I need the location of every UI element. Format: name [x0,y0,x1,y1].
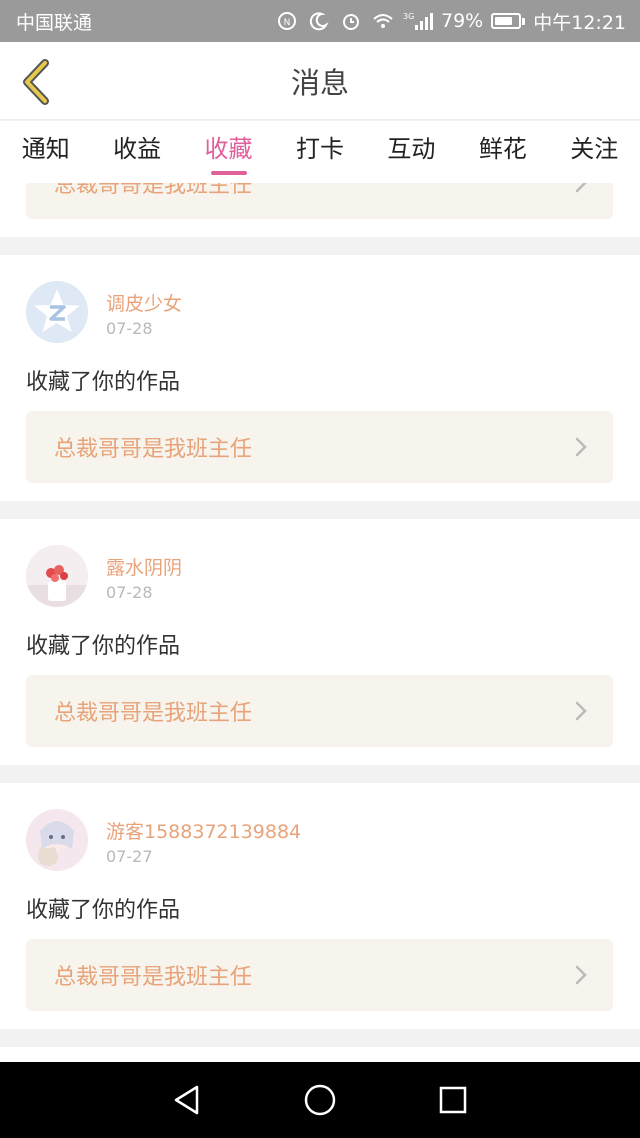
status-icons: N 3G 79% 中午12:21 [275,8,626,35]
tab-interaction[interactable]: 互动 [366,121,457,183]
tab-bar: 通知 收益 收藏 打卡 互动 鲜花 关注 [0,121,640,183]
triangle-back-icon [174,1085,198,1115]
network-type: 3G [403,12,414,21]
wifi-icon [371,9,395,33]
list-item [0,1047,640,1062]
list-item: 总裁哥哥是我班主任 [0,183,640,237]
date: 07-28 [106,583,153,602]
nfc-icon: N [275,9,299,33]
action-text: 收藏了你的作品 [26,898,181,923]
message-list[interactable]: 总裁哥哥是我班主任 调皮少女 07-28 收藏了你的作品 总裁哥哥是我班主任 露… [0,183,640,1062]
list-item: 游客1588372139884 07-27 收藏了你的作品 总裁哥哥是我班主任 [0,783,640,1029]
clock: 中午12:21 [533,11,626,34]
chevron-right-icon [575,965,587,985]
nav-back-button[interactable] [162,1075,212,1125]
work-link[interactable]: 总裁哥哥是我班主任 [26,183,613,219]
chevron-right-icon [575,701,587,721]
back-button[interactable] [14,56,58,108]
screen: 中国联通 N 3G 79% 中午12:21 消息 通知 收益 收藏 打卡 互动 … [0,0,640,1138]
list-item: 露水阴阴 07-28 收藏了你的作品 总裁哥哥是我班主任 [0,519,640,765]
nav-home-button[interactable] [295,1075,345,1125]
avatar[interactable] [26,545,88,607]
square-recents-icon [440,1086,467,1114]
battery-icon [491,13,526,29]
work-link[interactable]: 总裁哥哥是我班主任 [26,939,613,1011]
tab-notifications[interactable]: 通知 [0,121,91,183]
svg-text:N: N [284,18,291,28]
list-item: 调皮少女 07-28 收藏了你的作品 总裁哥哥是我班主任 [0,255,640,501]
tab-flowers[interactable]: 鲜花 [457,121,548,183]
carrier-label: 中国联通 [16,11,93,34]
work-title: 总裁哥哥是我班主任 [54,183,253,198]
username[interactable]: 调皮少女 [106,289,182,316]
action-text: 收藏了你的作品 [26,634,181,659]
work-title: 总裁哥哥是我班主任 [54,437,253,462]
date: 07-27 [106,847,153,866]
signal-icon: 3G [403,9,433,33]
nav-recents-button[interactable] [428,1075,478,1125]
status-bar: 中国联通 N 3G 79% 中午12:21 [0,0,640,42]
action-text: 收藏了你的作品 [26,370,181,395]
chevron-right-icon [575,437,587,457]
work-title: 总裁哥哥是我班主任 [54,965,253,990]
active-tab-indicator [210,171,247,175]
chevron-right-icon [575,183,587,193]
moon-icon [307,9,331,33]
battery-percent: 79% [441,10,484,32]
alarm-icon [339,9,363,33]
work-link[interactable]: 总裁哥哥是我班主任 [26,411,613,483]
tab-earnings[interactable]: 收益 [91,121,182,183]
system-nav-bar [0,1062,640,1138]
tab-follow[interactable]: 关注 [549,121,640,183]
work-link[interactable]: 总裁哥哥是我班主任 [26,675,613,747]
tab-favorites[interactable]: 收藏 [183,121,274,183]
chevron-left-icon [23,59,49,105]
username[interactable]: 露水阴阴 [106,553,182,580]
tab-checkin[interactable]: 打卡 [274,121,365,183]
app-header: 消息 [0,42,640,120]
date: 07-28 [106,319,153,338]
circle-home-icon [304,1084,336,1116]
avatar[interactable] [26,809,88,871]
page-title: 消息 [290,65,349,100]
username[interactable]: 游客1588372139884 [106,817,301,844]
avatar[interactable] [26,281,88,343]
work-title: 总裁哥哥是我班主任 [54,701,253,726]
